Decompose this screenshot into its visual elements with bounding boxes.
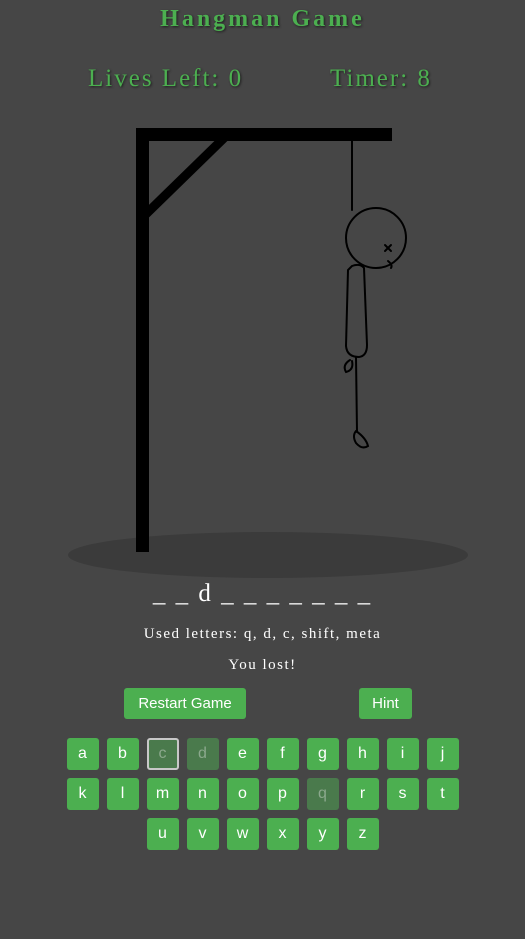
gallows-brace [140,133,229,220]
letter-key-s[interactable]: s [386,778,419,810]
letter-key-z[interactable]: z [346,818,379,850]
gallows-beam [136,128,392,141]
keyboard-row: klmnopqrst [0,778,525,810]
letter-key-k[interactable]: k [66,778,99,810]
letter-key-j[interactable]: j [426,738,459,770]
left-foot [343,359,354,374]
hanged-man-figure [343,139,407,449]
word-display: _ _ d _ _ _ _ _ _ _ [152,580,373,607]
letter-key-o[interactable]: o [226,778,259,810]
head [345,207,407,269]
timer-counter: Timer: 8 [330,65,432,92]
hint-button[interactable]: Hint [359,688,412,719]
letter-key-f[interactable]: f [266,738,299,770]
ground-shadow [68,532,468,578]
gallows-post [136,128,149,552]
gallows [136,128,392,552]
letter-key-q[interactable]: q [306,778,339,810]
restart-game-button[interactable]: Restart Game [124,688,246,719]
keyboard-row: abcdefghij [0,738,525,770]
letter-key-r[interactable]: r [346,778,379,810]
letter-key-b[interactable]: b [106,738,139,770]
leg [355,356,358,433]
keyboard-row: uvwxyz [0,818,525,850]
letter-key-w[interactable]: w [226,818,259,850]
body [344,263,369,359]
letter-key-t[interactable]: t [426,778,459,810]
letter-key-c[interactable]: c [146,738,179,770]
game-result-text: You lost! [228,657,297,673]
letter-key-x[interactable]: x [266,818,299,850]
letter-key-l[interactable]: l [106,778,139,810]
letter-key-v[interactable]: v [186,818,219,850]
letter-key-a[interactable]: a [66,738,99,770]
letter-key-g[interactable]: g [306,738,339,770]
letter-key-u[interactable]: u [146,818,179,850]
letter-key-d[interactable]: d [186,738,219,770]
letter-key-e[interactable]: e [226,738,259,770]
right-foot [353,430,370,449]
letter-key-h[interactable]: h [346,738,379,770]
dead-eye-icon [384,244,392,252]
letter-key-i[interactable]: i [386,738,419,770]
used-letters-text: Used letters: q, d, c, shift, meta [143,626,382,642]
letter-keyboard: abcdefghij klmnopqrst uvwxyz [0,738,525,858]
lives-left-counter: Lives Left: 0 [88,65,244,92]
letter-key-m[interactable]: m [146,778,179,810]
letter-key-p[interactable]: p [266,778,299,810]
letter-key-y[interactable]: y [306,818,339,850]
hangman-scene [60,120,480,590]
game-title: Hangman Game [160,6,365,32]
letter-key-n[interactable]: n [186,778,219,810]
